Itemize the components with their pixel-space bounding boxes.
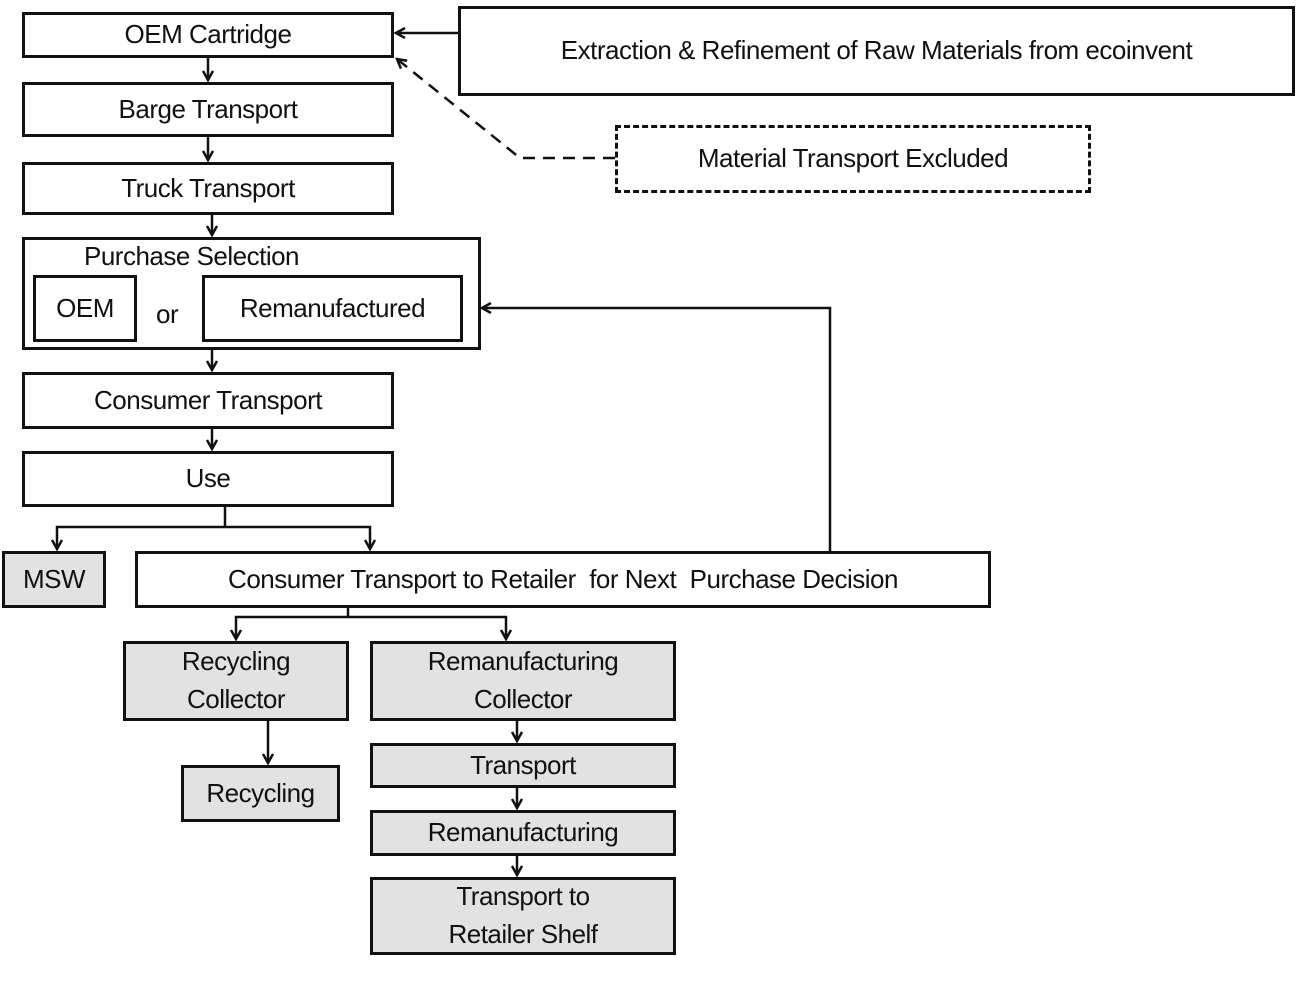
node-transport-to-shelf: Transport to Retailer Shelf [370, 877, 676, 955]
node-label: Remanufactured [239, 292, 426, 323]
node-use: Use [22, 451, 394, 507]
node-extraction: Extraction & Refinement of Raw Materials… [458, 6, 1295, 96]
or-label: or [156, 299, 179, 329]
node-label: Remanufacturing [427, 646, 619, 677]
node-label: Transport [470, 749, 576, 780]
node-label: Transport to [456, 881, 590, 912]
node-label: OEM [56, 292, 114, 323]
node-oem: OEM [33, 275, 137, 342]
node-consumer-transport: Consumer Transport [22, 372, 394, 429]
node-label: Barge Transport [118, 93, 298, 124]
node-recycling-collector: Recycling Collector [123, 641, 349, 721]
purchase-selection-title: Purchase Selection [84, 241, 300, 271]
node-msw: MSW [2, 551, 106, 608]
node-barge-transport: Barge Transport [22, 82, 394, 137]
arrow-use-to-msw [57, 525, 225, 549]
node-consumer-transport-retailer: Consumer Transport to Retailer for Next … [135, 551, 991, 608]
node-reman-collector: Remanufacturing Collector [370, 641, 676, 721]
arrow-use-to-retailer [225, 525, 370, 549]
node-remanufacturing: Remanufacturing [370, 810, 676, 856]
node-label: Extraction & Refinement of Raw Materials… [560, 35, 1193, 66]
node-label: Collector [186, 684, 286, 714]
node-label: Retailer Shelf [448, 919, 598, 949]
node-truck-transport: Truck Transport [22, 162, 394, 215]
node-label: Collector [473, 684, 573, 714]
node-label: Consumer Transport to Retailer for Next … [228, 563, 898, 594]
node-material-transport-excluded: Material Transport Excluded [615, 125, 1091, 193]
node-label: Truck Transport [121, 172, 295, 203]
node-label: MSW [22, 563, 86, 594]
node-label: OEM Cartridge [124, 19, 292, 50]
arrow-to-reman-collector [348, 615, 506, 639]
node-oem-cartridge: OEM Cartridge [22, 12, 394, 58]
node-label: Remanufacturing [427, 817, 619, 848]
arrow-loop-to-purchase [482, 308, 832, 551]
node-label: Consumer Transport [94, 384, 322, 415]
node-label: Recycling [181, 646, 291, 677]
node-label: Material Transport Excluded [697, 143, 1009, 174]
node-label: Use [185, 463, 231, 494]
node-transport: Transport [370, 743, 676, 788]
node-remanufactured: Remanufactured [202, 275, 463, 342]
arrow-to-recycling-collector [236, 615, 348, 639]
node-label: Recycling [206, 777, 315, 808]
node-recycling: Recycling [181, 765, 340, 822]
